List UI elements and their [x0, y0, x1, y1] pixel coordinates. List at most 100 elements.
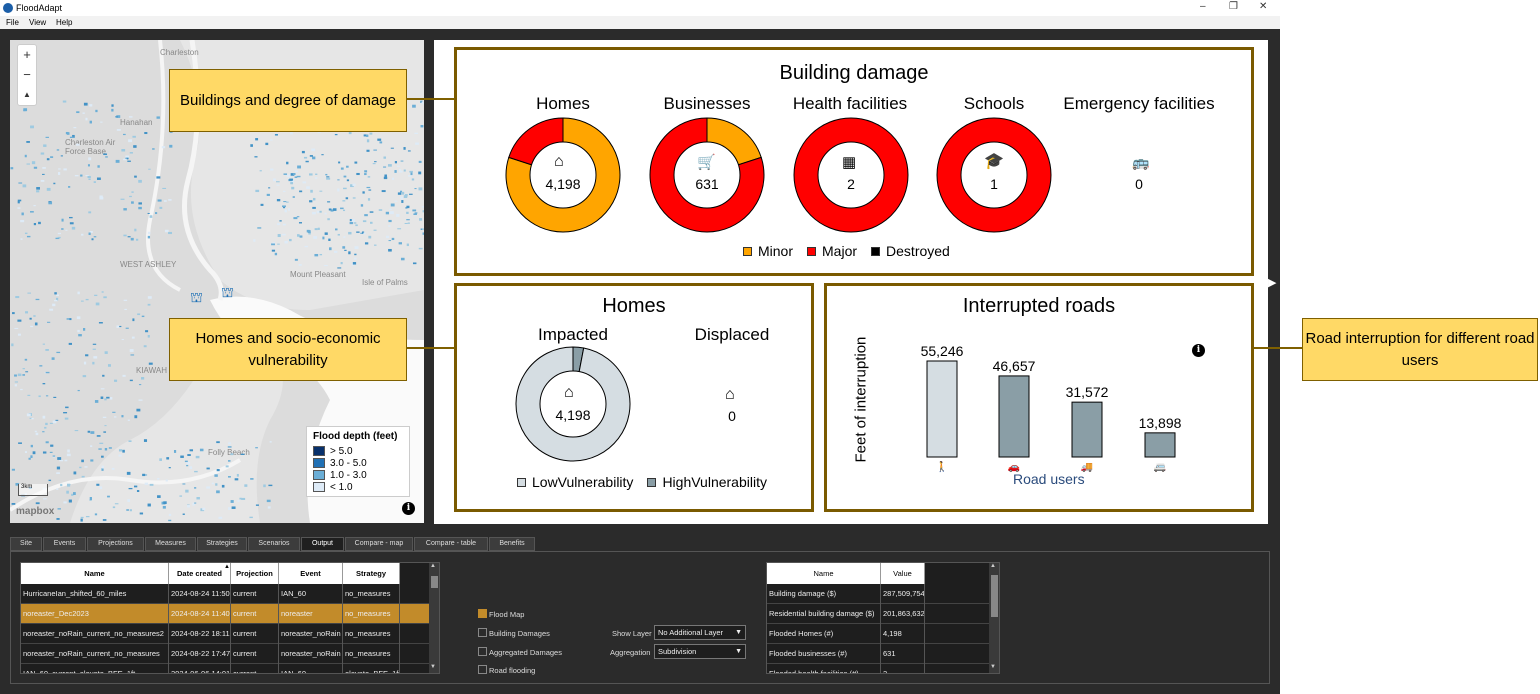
- table-row[interactable]: noreaster_noRain_current_no_measures 2024…: [21, 644, 429, 664]
- tab-output[interactable]: Output: [301, 537, 344, 551]
- col-header-event[interactable]: Event: [279, 563, 343, 584]
- table-row[interactable]: noreaster_noRain_current_no_measures2 202…: [21, 624, 429, 644]
- flood-cell: [144, 132, 148, 135]
- compass-icon[interactable]: ▲: [18, 85, 36, 105]
- scroll-up-icon[interactable]: ▲: [430, 563, 436, 569]
- table-row[interactable]: HurricaneIan_shifted_60_miles 2024-08-24 …: [21, 584, 429, 604]
- menu-view[interactable]: View: [29, 18, 46, 27]
- flood-cell: [126, 471, 131, 475]
- flood-depth-legend: Flood depth (feet) > 5.0 3.0 - 5.0 1.0 -…: [306, 426, 410, 497]
- donut-label-schools: Schools: [963, 94, 1025, 113]
- flood-cell: [122, 449, 125, 453]
- flood-cell: [276, 198, 281, 202]
- flood-cell: [44, 426, 47, 429]
- flood-cell: [362, 191, 365, 194]
- aggregation-select[interactable]: Subdivision ▼: [654, 644, 746, 659]
- tab-events[interactable]: Events: [43, 537, 86, 551]
- show-layer-select[interactable]: No Additional Layer ▼: [654, 625, 746, 640]
- flood-cell: [292, 196, 295, 198]
- donut-label-businesses: Businesses: [663, 94, 751, 113]
- flood-cell: [52, 420, 57, 424]
- close-button[interactable]: ✕: [1259, 1, 1267, 12]
- aggregated-damages-checkbox[interactable]: [478, 647, 487, 656]
- flood-map-checkbox[interactable]: [478, 609, 487, 618]
- tab-measures[interactable]: Measures: [145, 537, 196, 551]
- flood-cell: [69, 136, 74, 139]
- flood-cell: [400, 196, 404, 200]
- zoom-out-button[interactable]: −: [18, 65, 36, 85]
- flood-cell: [366, 139, 370, 143]
- tab-benefits[interactable]: Benefits: [489, 537, 535, 551]
- col-header-date[interactable]: Date created ▲: [169, 563, 231, 584]
- col-header-metric-value[interactable]: Value: [881, 563, 925, 584]
- table-row[interactable]: noreaster_Dec2023 2024-08-24 11:40 current…: [21, 604, 429, 624]
- flood-cell: [314, 228, 318, 231]
- scroll-down-icon[interactable]: ▼: [990, 664, 996, 670]
- flood-map-option: Flood Map: [489, 610, 525, 619]
- tab-strategies[interactable]: Strategies: [197, 537, 247, 551]
- road-flooding-checkbox[interactable]: [478, 665, 487, 674]
- tab-compare-map[interactable]: Compare - map: [345, 537, 413, 551]
- table-cell: 287,509,754: [881, 584, 925, 604]
- menu-file[interactable]: File: [6, 18, 19, 27]
- flood-cell: [116, 325, 120, 328]
- table-row[interactable]: Flooded businesses (#) 631: [767, 644, 989, 664]
- homes-donut-hole: [539, 370, 607, 438]
- col-header-projection[interactable]: Projection: [231, 563, 279, 584]
- flood-cell: [351, 219, 356, 222]
- cart-icon: 🛒: [697, 154, 716, 171]
- flood-cell: [285, 201, 289, 203]
- maximize-button[interactable]: ❐: [1229, 1, 1238, 12]
- table-row[interactable]: Residential building damage ($) 201,863,6…: [767, 604, 989, 624]
- flood-cell: [367, 176, 371, 178]
- impacted-label: Impacted: [538, 325, 608, 344]
- flood-cell: [57, 508, 61, 510]
- flood-cell: [120, 198, 125, 200]
- table-row[interactable]: Building damage ($) 287,509,754: [767, 584, 989, 604]
- scroll-down-icon[interactable]: ▼: [430, 664, 436, 670]
- col-header-strategy[interactable]: Strategy: [343, 563, 400, 584]
- flood-cell: [102, 374, 105, 377]
- flood-cell: [422, 232, 424, 235]
- table-row[interactable]: Flooded health facilities (#) 2: [767, 664, 989, 673]
- menu-help[interactable]: Help: [56, 18, 72, 27]
- flood-cell: [310, 189, 313, 193]
- flood-cell: [92, 348, 96, 350]
- tide-gauge-icon[interactable]: ⛫: [221, 284, 234, 303]
- scroll-up-icon[interactable]: ▲: [990, 563, 996, 569]
- legend-label: < 1.0: [330, 481, 353, 493]
- tide-gauge-icon[interactable]: ⛫: [190, 289, 203, 308]
- table-row[interactable]: IAN_60_current_elevate_BFE_1ft 2024-06-06…: [21, 664, 429, 673]
- flood-cell: [157, 199, 162, 202]
- flood-cell: [348, 131, 352, 135]
- flood-cell: [26, 235, 31, 238]
- flood-cell: [267, 506, 271, 509]
- scrollbar-thumb[interactable]: [431, 576, 438, 588]
- flood-cell: [45, 441, 49, 444]
- flood-cell: [109, 397, 113, 400]
- flood-cell: [118, 449, 123, 452]
- flood-cell: [56, 488, 59, 490]
- roads-info-icon[interactable]: i: [1192, 344, 1205, 357]
- flood-cell: [130, 237, 134, 241]
- flood-cell: [83, 327, 86, 331]
- flood-cell: [384, 174, 387, 178]
- tab-compare-table[interactable]: Compare - table: [414, 537, 488, 551]
- minimize-button[interactable]: –: [1200, 1, 1206, 12]
- tab-site[interactable]: Site: [10, 537, 42, 551]
- flood-cell: [194, 487, 197, 489]
- home-icon: ⌂: [554, 153, 564, 170]
- table-cell: 2024-08-24 11:40: [169, 604, 231, 624]
- zoom-in-button[interactable]: +: [18, 45, 36, 65]
- table-row[interactable]: Flooded Homes (#) 4,198: [767, 624, 989, 644]
- tab-scenarios[interactable]: Scenarios: [248, 537, 300, 551]
- col-header-name[interactable]: Name: [21, 563, 169, 584]
- col-header-metric-name[interactable]: Name: [767, 563, 881, 584]
- flood-cell: [326, 176, 330, 178]
- flood-cell: [118, 454, 122, 457]
- map-info-icon[interactable]: i: [402, 502, 415, 515]
- building-damages-checkbox[interactable]: [478, 628, 487, 637]
- tab-projections[interactable]: Projections: [87, 537, 144, 551]
- panel-expand-arrow-icon[interactable]: ▶: [1268, 276, 1276, 289]
- scrollbar-thumb[interactable]: [991, 575, 998, 617]
